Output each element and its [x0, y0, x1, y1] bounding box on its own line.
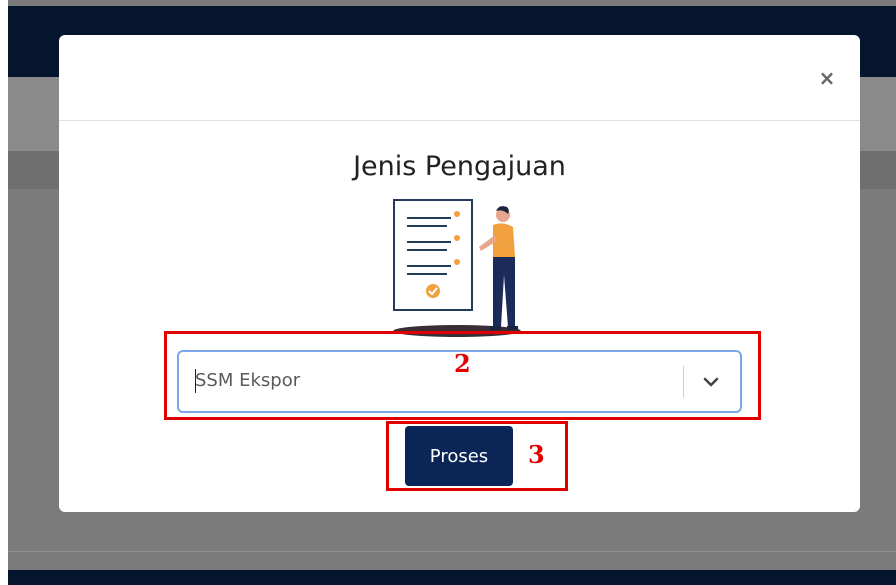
background-divider: [8, 551, 896, 552]
modal-title: Jenis Pengajuan: [353, 151, 566, 182]
close-icon[interactable]: ×: [818, 68, 836, 88]
background-footer-bar: [8, 570, 896, 585]
modal-header: ×: [59, 35, 860, 121]
document-person-illustration: [393, 199, 521, 337]
annotation-label-2: 2: [454, 349, 471, 378]
page-left-strip: [0, 0, 8, 585]
annotation-label-3: 3: [528, 440, 545, 469]
person-legs: [493, 257, 515, 327]
check-badge-icon: [426, 284, 440, 298]
